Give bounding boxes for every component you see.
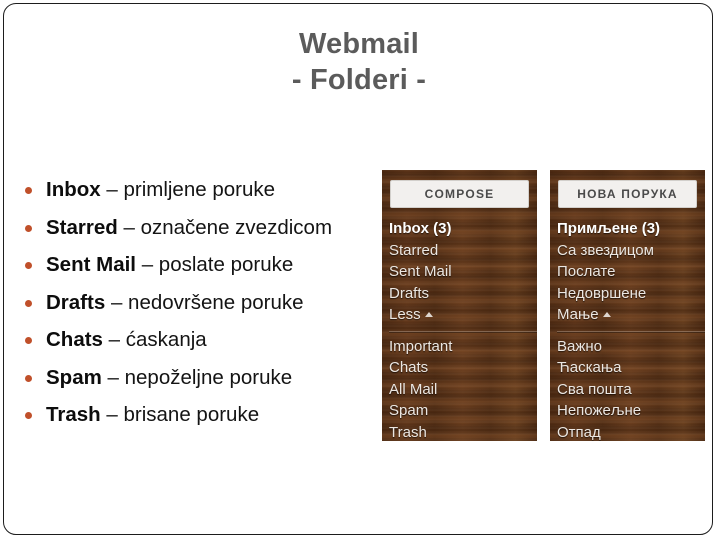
sidebar-item-serbian[interactable]: Недовршене xyxy=(557,283,705,305)
compose-button-serbian[interactable]: НОВА ПОРУКА xyxy=(558,180,697,208)
sidebar-item-serbian[interactable]: Са звездицом xyxy=(557,240,705,262)
compose-button-english[interactable]: COMPOSE xyxy=(390,180,529,208)
folder-term-separator: – xyxy=(136,253,159,276)
folder-term-separator: – xyxy=(100,403,124,426)
folder-description: poslate poruke xyxy=(158,253,294,276)
list-item: Sent Mail – poslate poruke xyxy=(18,249,378,281)
folder-description: primljene poruke xyxy=(123,178,276,201)
sidebar-item-serbian[interactable]: Ћаскања xyxy=(557,357,705,379)
sidebar-item-serbian[interactable]: Отпад xyxy=(557,422,705,442)
folder-term: Trash xyxy=(46,403,101,426)
folder-term-separator: – xyxy=(102,328,126,351)
folder-description: nedovršene poruke xyxy=(128,290,304,314)
folder-term-separator: – xyxy=(105,290,129,314)
sidebar-item-english[interactable]: Inbox (3) xyxy=(389,218,537,240)
sidebar-item-english[interactable]: All Mail xyxy=(389,379,537,401)
folder-description: brisane poruke xyxy=(123,403,260,426)
chevron-up-icon xyxy=(424,312,433,317)
sidebar-item-serbian[interactable]: Важно xyxy=(557,336,705,358)
folder-description: označene zvezdicom xyxy=(140,215,333,239)
gmail-sidebar-screenshot-serbian: НОВА ПОРУКА Примљене (3) Са звездицом Посл… xyxy=(550,170,705,441)
folder-term: Drafts xyxy=(46,290,106,314)
gmail-sidebar-screenshot-english: COMPOSE Inbox (3) Starred Sent Mail Drafts L… xyxy=(382,170,537,441)
folder-term: Spam xyxy=(46,365,102,389)
bullet-dot-icon xyxy=(25,374,32,382)
sidebar-item-serbian[interactable]: Непожељне xyxy=(557,400,705,422)
sidebar-less-label: Мање xyxy=(557,306,599,323)
folder-term: Starred xyxy=(46,215,118,239)
sidebar-item-english[interactable]: Drafts xyxy=(389,283,537,305)
sidebar-item-english[interactable]: Spam xyxy=(389,400,537,422)
sidebar-less-toggle-serbian[interactable]: Мање xyxy=(557,304,705,329)
list-item: Trash – brisane poruke xyxy=(18,399,378,431)
folder-list-serbian: Примљене (3) Са звездицом Послате Недовршен… xyxy=(557,218,705,441)
sidebar-item-serbian[interactable]: Сва пошта xyxy=(557,379,705,401)
chevron-up-icon xyxy=(602,312,611,317)
sidebar-item-serbian[interactable]: Послате xyxy=(557,261,705,283)
bullet-dot-icon xyxy=(25,262,32,269)
folder-term-separator: – xyxy=(101,365,125,389)
bullet-dot-icon xyxy=(25,337,32,344)
bullet-dot-icon xyxy=(25,299,32,307)
page-title: Webmail - Folderi - xyxy=(4,26,714,98)
list-item: Starred – označene zvezdicom xyxy=(18,212,378,244)
folder-description: nepoželjne poruke xyxy=(124,365,293,389)
sidebar-item-serbian[interactable]: Примљене (3) xyxy=(557,218,705,240)
bullet-dot-icon xyxy=(25,187,32,194)
page-title-line-1: Webmail xyxy=(298,28,420,60)
sidebar-item-english[interactable]: Trash xyxy=(389,422,537,442)
folder-list-english: Inbox (3) Starred Sent Mail Drafts Less Impor… xyxy=(389,218,537,441)
sidebar-divider xyxy=(557,330,705,332)
folder-term: Chats xyxy=(46,328,103,351)
sidebar-item-english[interactable]: Important xyxy=(389,336,537,358)
list-item: Spam – nepoželjne poruke xyxy=(18,362,378,394)
list-item: Drafts – nedovršene poruke xyxy=(18,287,378,319)
bullet-dot-icon xyxy=(25,412,32,419)
folder-glossary-list: Inbox – primljene poruke Starred – označe… xyxy=(18,174,378,437)
sidebar-divider xyxy=(389,330,537,332)
sidebar-item-english[interactable]: Chats xyxy=(389,357,537,379)
page-title-line-2: - Folderi - xyxy=(291,64,427,96)
folder-term: Inbox xyxy=(46,178,101,201)
sidebar-item-english[interactable]: Starred xyxy=(389,240,537,262)
folder-description: ćaskanja xyxy=(125,328,207,351)
sidebar-less-toggle-english[interactable]: Less xyxy=(389,304,537,329)
sidebar-less-label: Less xyxy=(389,306,421,323)
folder-term: Sent Mail xyxy=(46,253,136,276)
slide-frame: Webmail - Folderi - Inbox – primljene po… xyxy=(3,3,713,535)
sidebar-item-english[interactable]: Sent Mail xyxy=(389,261,537,283)
list-item: Inbox – primljene poruke xyxy=(18,174,378,206)
folder-term-separator: – xyxy=(117,215,141,239)
list-item: Chats – ćaskanja xyxy=(18,324,378,356)
folder-term-separator: – xyxy=(100,178,124,201)
bullet-dot-icon xyxy=(25,224,32,232)
